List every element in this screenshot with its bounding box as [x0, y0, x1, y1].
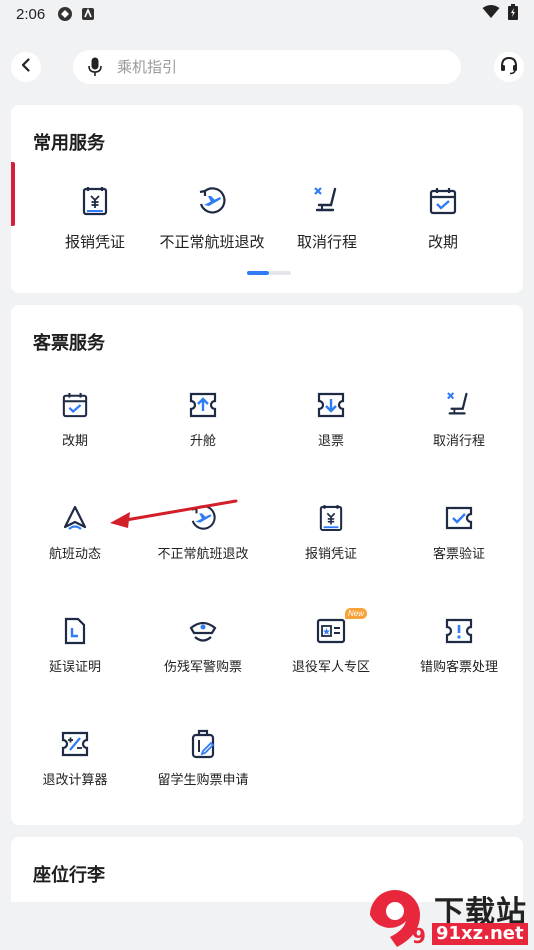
receipt-icon: [35, 185, 155, 217]
veteran-id-icon: New: [267, 608, 395, 646]
new-badge: New: [345, 608, 368, 619]
headset-icon: [499, 55, 519, 80]
common-services-card: 常用服务 报销凭证 不正常航班退改 取消行程 改期: [11, 105, 523, 293]
microphone-icon[interactable]: [85, 57, 105, 77]
wrong-ticket-icon: [395, 616, 523, 646]
cancel-seat-icon: [267, 185, 387, 217]
common-item-cancel-trip[interactable]: 取消行程: [267, 185, 387, 252]
search-input[interactable]: [117, 58, 417, 76]
ticket-item-label: 留学生购票申请: [157, 772, 249, 787]
common-item-label: 改期: [427, 234, 458, 251]
ticket-item-flight-status[interactable]: 航班动态: [11, 503, 139, 562]
page-indicator: [247, 271, 291, 275]
delay-proof-icon: [11, 616, 139, 646]
app-notification-icon: [81, 7, 95, 21]
ticket-item-wrong-ticket[interactable]: 错购客票处理: [395, 616, 523, 675]
student-luggage-icon: [139, 729, 267, 759]
seat-baggage-title: 座位行李: [33, 865, 105, 885]
ticket-item-refund[interactable]: 退票: [267, 390, 395, 449]
ticket-item-receipt[interactable]: 报销凭证: [267, 503, 395, 562]
ticket-item-ticket-verify[interactable]: 客票验证: [395, 503, 523, 562]
calendar-check-icon: [11, 390, 139, 420]
page-indicator-inactive: [269, 271, 291, 275]
ticket-item-veteran[interactable]: New 退役军人专区: [267, 608, 395, 675]
common-item-reschedule[interactable]: 改期: [383, 185, 503, 252]
calendar-check-icon: [383, 185, 503, 217]
ticket-item-label: 取消行程: [432, 433, 485, 448]
status-bar: 2:06: [0, 0, 534, 28]
ticket-item-label: 航班动态: [48, 546, 101, 561]
top-bar: [0, 48, 534, 88]
ticket-item-label: 报销凭证: [304, 546, 357, 561]
common-item-label: 取消行程: [296, 234, 357, 251]
watermark-logo-text: 9: [412, 924, 426, 948]
receipt-icon: [267, 503, 395, 533]
ticket-services-card: 客票服务 改期 升舱 退票 取消行程 航班动态 不正常航班退改 报销凭证 客票验…: [11, 305, 523, 825]
ticket-item-label: 延误证明: [48, 659, 101, 674]
ticket-item-delay-proof[interactable]: 延误证明: [11, 616, 139, 675]
ticket-item-label: 升舱: [189, 433, 216, 448]
side-accent-marker: [11, 162, 15, 226]
ticket-verify-icon: [395, 503, 523, 533]
common-services-row: 报销凭证 不正常航班退改 取消行程 改期: [11, 185, 523, 251]
chevron-left-icon: [19, 57, 33, 77]
ticket-item-upgrade[interactable]: 升舱: [139, 390, 267, 449]
battery-icon: [508, 4, 518, 24]
common-item-label: 不正常航班退改: [159, 234, 265, 251]
watermark-logo-icon: 9: [370, 890, 426, 948]
page-indicator-active: [247, 271, 269, 275]
wifi-icon: [482, 5, 500, 23]
ticket-item-label: 退票: [317, 433, 344, 448]
ticket-item-cancel-trip[interactable]: 取消行程: [395, 390, 523, 449]
flight-irregular-icon: [139, 503, 267, 533]
back-button[interactable]: [11, 52, 41, 82]
ticket-item-label: 客票验证: [432, 546, 485, 561]
calculator-icon: [11, 729, 139, 759]
ticket-item-calculator[interactable]: 退改计算器: [11, 729, 139, 788]
flight-status-icon: [11, 503, 139, 533]
common-item-label: 报销凭证: [64, 234, 125, 251]
cancel-seat-icon: [395, 390, 523, 420]
watermark: 9 下载站 91xz.net: [362, 885, 534, 950]
ticket-item-label: 不正常航班退改: [157, 546, 249, 561]
ticket-services-title: 客票服务: [33, 333, 105, 353]
refund-ticket-icon: [267, 390, 395, 420]
customer-service-button[interactable]: [494, 52, 524, 82]
watermark-domain: 91xz.net: [432, 923, 528, 945]
ticket-item-student[interactable]: 留学生购票申请: [139, 729, 267, 788]
ticket-item-irregular-flight[interactable]: 不正常航班退改: [139, 503, 267, 562]
status-time: 2:06: [16, 5, 46, 23]
upgrade-ticket-icon: [139, 390, 267, 420]
ticket-item-reschedule[interactable]: 改期: [11, 390, 139, 449]
ticket-item-label: 退改计算器: [42, 772, 108, 787]
ticket-item-military-police[interactable]: 伤残军警购票: [139, 616, 267, 675]
ticket-item-label: 伤残军警购票: [163, 659, 242, 674]
common-item-receipt[interactable]: 报销凭证: [35, 185, 155, 252]
sync-icon: [57, 6, 73, 22]
common-services-title: 常用服务: [33, 133, 105, 153]
ticket-item-label: 改期: [61, 433, 88, 448]
flight-irregular-icon: [152, 185, 272, 217]
ticket-item-label: 退役军人专区: [291, 659, 370, 674]
common-item-irregular-flight[interactable]: 不正常航班退改: [152, 185, 272, 252]
ticket-item-label: 错购客票处理: [419, 659, 498, 674]
search-bar[interactable]: [73, 50, 461, 84]
military-police-icon: [139, 616, 267, 646]
